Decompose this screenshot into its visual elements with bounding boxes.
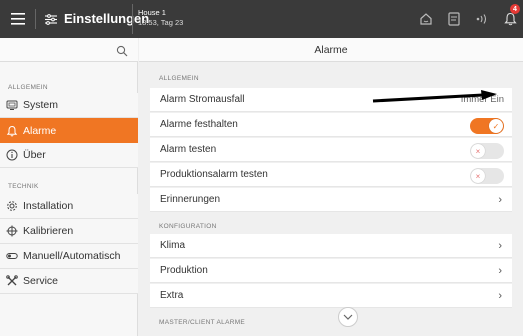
search-row[interactable]: [0, 38, 138, 62]
monitor-icon: [6, 99, 18, 111]
row-label: Produktionsalarm testen: [160, 169, 268, 180]
sliders-icon: [43, 11, 59, 27]
section-label: ALLGEMEIN: [159, 75, 199, 82]
cross-icon: ×: [471, 169, 485, 183]
document-icon[interactable]: [446, 11, 462, 27]
sidebar-item-label: Kalibrieren: [23, 225, 74, 237]
section-label: TECHNIK: [8, 183, 39, 190]
row-extra[interactable]: Extra ›: [150, 284, 512, 308]
sidebar-item-label: Service: [23, 275, 59, 287]
info-icon: [6, 149, 18, 161]
row-klima[interactable]: Klima ›: [150, 234, 512, 258]
sidebar-item-alarme[interactable]: Alarme: [0, 118, 138, 143]
bell-icon: [6, 125, 18, 137]
sidebar-item-manuell-automatisch[interactable]: Manuell/Automatisch: [0, 244, 138, 269]
page-title: Alarme: [139, 38, 523, 62]
menu-icon[interactable]: [8, 9, 28, 29]
annotation-arrow: [372, 90, 497, 103]
chevron-down-icon: [343, 314, 353, 320]
row-alarme-festhalten: Alarme festhalten ✓: [150, 113, 512, 137]
row-label: Klima: [160, 240, 186, 251]
house-name[interactable]: House 1: [138, 8, 166, 17]
search-icon[interactable]: [116, 44, 128, 57]
notification-badge: 4: [510, 4, 520, 14]
sidebar-item-installation[interactable]: Installation: [0, 194, 138, 219]
chevron-right-icon: ›: [498, 264, 502, 277]
sidebar: ALLGEMEIN System Alarme Über TECHNIK Ins…: [0, 38, 138, 336]
row-label: Alarm testen: [160, 144, 217, 155]
row-label: Alarme festhalten: [160, 119, 238, 130]
sidebar-item-service[interactable]: Service: [0, 269, 138, 294]
switch-icon: [6, 250, 18, 262]
scroll-down-button[interactable]: [338, 307, 358, 327]
row-label: Alarm Stromausfall: [160, 94, 245, 105]
divider: [35, 9, 36, 29]
check-icon: ✓: [489, 119, 503, 133]
main-panel: Alarme ALLGEMEIN Alarm Stromausfall Imme…: [139, 38, 523, 336]
cross-icon: ×: [471, 144, 485, 158]
house-time: 18:53, Tag 23: [138, 18, 184, 27]
toggle-alarme-festhalten[interactable]: ✓: [470, 118, 504, 134]
sidebar-item-kalibrieren[interactable]: Kalibrieren: [0, 219, 138, 244]
gear-icon: [6, 200, 18, 212]
settings-title: Einstellungen: [64, 11, 150, 26]
tools-icon: [6, 275, 18, 287]
home-icon[interactable]: [418, 11, 434, 27]
section-label: MASTER/CLIENT ALARME: [159, 319, 246, 326]
sidebar-item-system[interactable]: System: [0, 93, 138, 118]
section-label: ALLGEMEIN: [8, 84, 48, 91]
row-erinnerungen[interactable]: Erinnerungen ›: [150, 188, 512, 212]
row-produktionsalarm-testen: Produktionsalarm testen ×: [150, 163, 512, 187]
sidebar-item-label: System: [23, 99, 59, 111]
toggle-produktionsalarm-testen[interactable]: ×: [470, 168, 504, 184]
divider: [132, 4, 133, 34]
sidebar-item-label: Über: [23, 149, 46, 161]
sidebar-item-label: Installation: [23, 200, 74, 212]
section-label: KONFIGURATION: [159, 223, 217, 230]
row-alarm-testen: Alarm testen ×: [150, 138, 512, 162]
sidebar-item-ueber[interactable]: Über: [0, 143, 138, 168]
crosshair-icon: [6, 225, 18, 237]
row-label: Erinnerungen: [160, 194, 221, 205]
chevron-right-icon: ›: [498, 239, 502, 252]
toggle-alarm-testen[interactable]: ×: [470, 143, 504, 159]
chevron-right-icon: ›: [498, 289, 502, 302]
row-produktion[interactable]: Produktion ›: [150, 259, 512, 283]
chevron-right-icon: ›: [498, 193, 502, 206]
row-label: Extra: [160, 290, 184, 301]
signal-icon[interactable]: [474, 11, 492, 27]
sidebar-item-label: Manuell/Automatisch: [23, 250, 121, 262]
sidebar-item-label: Alarme: [23, 124, 57, 137]
row-label: Produktion: [160, 265, 208, 276]
top-bar: Einstellungen House 1 18:53, Tag 23 4: [0, 0, 523, 38]
